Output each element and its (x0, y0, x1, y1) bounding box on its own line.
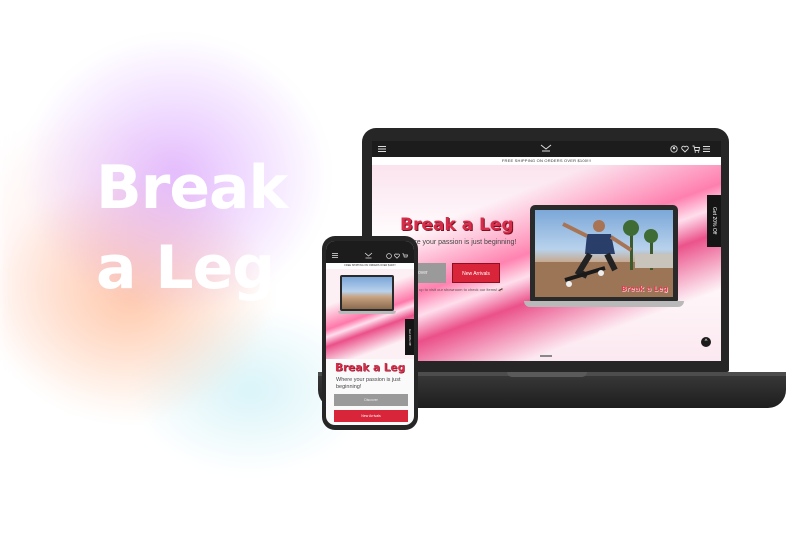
phone-hero-laptop-image (338, 275, 396, 315)
phone-discover-button[interactable]: Discover (334, 394, 408, 406)
laptop-screen: FREE SHIPPING ON ORDERS OVER $100!!! Bre… (372, 141, 721, 361)
carousel-indicator[interactable] (540, 355, 552, 357)
menu-icon[interactable] (332, 253, 338, 258)
phone-new-arrivals-button[interactable]: New Arrivals (334, 410, 408, 422)
phone-hero-subtitle: Where your passion is just beginning! (336, 377, 401, 390)
hero-section: Break a Leg Where your passion is just b… (372, 165, 721, 361)
cart-icon[interactable] (692, 145, 700, 153)
phone-discount-side-tab[interactable]: Get 20% Off (405, 319, 414, 355)
menu-icon[interactable] (378, 146, 386, 152)
user-icon[interactable] (670, 145, 678, 153)
shipping-banner: FREE SHIPPING ON ORDERS OVER $100!!! (372, 157, 721, 165)
cart-icon[interactable] (402, 253, 408, 259)
new-arrivals-button[interactable]: New Arrivals (452, 263, 500, 283)
phone-hero-section: Get 20% Off (326, 269, 414, 359)
hamburger-icon[interactable] (703, 146, 710, 152)
headline-line-2: a Leg (96, 233, 275, 303)
heart-icon[interactable] (394, 253, 400, 259)
hero-laptop-screen: Break a Leg (535, 210, 673, 297)
laptop-notch (507, 372, 587, 377)
site-navbar (372, 141, 721, 157)
hero-subtitle: Where your passion is just beginning! (400, 239, 517, 246)
phone-hero-laptop-screen (342, 277, 392, 309)
hero-laptop-logo: Break a Leg (621, 285, 668, 293)
headline-line-1: Break (96, 153, 288, 223)
phone-hero-title: Break a Leg (335, 362, 406, 374)
hero-laptop-image: Break a Leg (524, 205, 684, 309)
showroom-note: Sign up to visit our showroom to check o… (410, 287, 504, 292)
discount-side-tab[interactable]: Get 20% Off (707, 195, 721, 247)
chevron-up-icon[interactable]: ^ (701, 337, 711, 347)
phone-navbar (326, 241, 414, 263)
logo-icon[interactable] (364, 251, 373, 259)
page-headline: Break a Leg (96, 148, 288, 308)
user-icon[interactable] (386, 253, 392, 259)
logo-icon[interactable] (540, 143, 552, 153)
phone-hero-laptop-base (338, 311, 396, 314)
phone-screen: FREE SHIPPING ON ORDERS OVER $100!!! Get… (326, 241, 414, 425)
hero-laptop-base (524, 301, 684, 307)
hero-title: Break a Leg (400, 215, 514, 235)
skater-photo (535, 220, 673, 297)
heart-icon[interactable] (681, 145, 689, 153)
